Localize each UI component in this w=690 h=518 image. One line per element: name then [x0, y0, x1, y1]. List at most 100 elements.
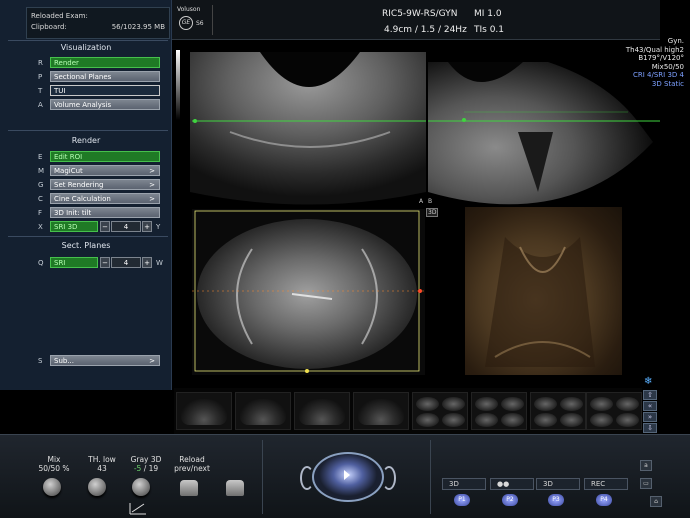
divider	[8, 130, 168, 131]
sri-decrease-button[interactable]: −	[100, 257, 110, 268]
magicut-button[interactable]: MagiCut >	[50, 165, 160, 176]
scroll-bottom-button[interactable]: ⇩	[643, 423, 657, 433]
sri-button[interactable]: SRI	[50, 257, 98, 268]
gray3d-knob[interactable]	[132, 478, 150, 496]
reload-label: Reload	[179, 455, 205, 464]
tui-button[interactable]: TUI	[50, 85, 160, 96]
param-mode: 3D Static	[651, 79, 684, 88]
render-title: Render	[71, 136, 101, 145]
sri-3d-button[interactable]: SRI 3D	[50, 221, 98, 232]
cine-calculation-button[interactable]: Cine Calculation >	[50, 193, 160, 204]
preset-p2-button[interactable]: P2	[502, 494, 518, 506]
divider	[430, 440, 431, 514]
scroll-up-button[interactable]: «	[643, 401, 657, 411]
volume-analysis-button[interactable]: Volume Analysis	[50, 99, 160, 110]
scroll-down-button[interactable]: »	[643, 412, 657, 422]
3d-init-label: 3D Init: tilt	[54, 209, 92, 217]
divider	[8, 40, 168, 41]
quadrant-b-label: B	[428, 198, 433, 205]
param-angles: B179°/V120°	[638, 54, 684, 62]
preset-3-label: 3D	[536, 478, 580, 490]
reload-control-label: Reload prev/next	[170, 455, 214, 473]
edit-roi-button[interactable]: Edit ROI	[50, 151, 160, 162]
chevron-right-icon: >	[149, 195, 155, 203]
render-mode-button[interactable]: Render	[50, 57, 160, 68]
hotkey-w: W	[156, 259, 163, 267]
laptop-icon[interactable]: ▭	[640, 478, 652, 489]
tui-label: TUI	[54, 87, 66, 95]
th-low-label: TH. low	[88, 455, 116, 464]
gray-scale-bar	[176, 50, 180, 120]
brand-name: Voluson	[177, 6, 201, 13]
thumbnail-multiplanar[interactable]	[471, 392, 527, 430]
cine-thumbnail-strip	[174, 388, 642, 434]
mechanical-index: MI 1.0	[474, 9, 502, 19]
divider	[262, 440, 263, 514]
thumbnail-multiplanar[interactable]	[412, 392, 468, 430]
thumbnail[interactable]	[176, 392, 232, 430]
chevron-right-icon: >	[149, 167, 155, 175]
clipboard-info: Reloaded Exam: Clipboard: 56/1023.95 MB	[26, 7, 170, 39]
preset-p3-button[interactable]: P3	[548, 494, 564, 506]
param-preset: Gyn.	[667, 37, 684, 45]
reload-next-button[interactable]	[226, 480, 244, 496]
trackball-right-key[interactable]	[382, 466, 396, 490]
model-name: S6	[196, 20, 204, 27]
sri-label: SRI	[54, 259, 66, 267]
sri-3d-value: 4	[111, 221, 141, 232]
hotkey-m: M	[38, 167, 45, 175]
trackball-left-key[interactable]	[300, 466, 314, 490]
reload-value: prev/next	[174, 464, 210, 473]
scroll-top-button[interactable]: ⇧	[643, 390, 657, 400]
mix-label: Mix	[47, 455, 61, 464]
preset-p4-button[interactable]: P4	[596, 494, 612, 506]
preset-2-label: ●●	[490, 478, 534, 490]
thumbnail-scroll-controls: ❄ ⇧ « » ⇩	[642, 376, 658, 434]
preset-1-label: 3D	[442, 478, 486, 490]
hotkey-r: R	[38, 59, 43, 67]
set-rendering-label: Set Rendering	[54, 181, 104, 189]
sub-menu-button[interactable]: Sub... >	[50, 355, 160, 366]
acquisition-parameters: Gyn. Th43/Qual high2 B179°/V120° Mix50/5…	[574, 37, 684, 88]
thermal-index: TIs 0.1	[474, 25, 505, 35]
left-control-panel: Reloaded Exam: Clipboard: 56/1023.95 MB …	[0, 0, 172, 390]
quadrant-a-label: A	[419, 198, 424, 205]
mix-value: 50/50 %	[38, 464, 70, 473]
sri-3d-decrease-button[interactable]: −	[100, 221, 110, 232]
thumbnail[interactable]	[353, 392, 409, 430]
image-quadrant-a[interactable]	[190, 42, 426, 207]
probe-name: RIC5-9W-RS/GYN	[382, 9, 458, 19]
sectional-planes-button[interactable]: Sectional Planes	[50, 71, 160, 82]
chevron-right-icon: >	[149, 357, 155, 365]
home-icon[interactable]: ⌂	[650, 496, 662, 507]
divider	[8, 236, 168, 237]
thumbnail[interactable]	[294, 392, 350, 430]
param-cri-sri: CRI 4/SRI 3D 4	[633, 71, 684, 79]
mix-knob[interactable]	[43, 478, 61, 496]
hotkey-x: X	[38, 223, 43, 231]
sri-3d-increase-button[interactable]: +	[142, 221, 152, 232]
3d-render-view[interactable]	[465, 207, 622, 375]
visualization-title: Visualization	[60, 43, 112, 52]
volume-analysis-label: Volume Analysis	[54, 101, 112, 109]
th-low-value: 43	[97, 464, 107, 473]
sri-increase-button[interactable]: +	[142, 257, 152, 268]
sect-planes-title: Sect. Planes	[61, 241, 111, 250]
reload-prev-button[interactable]	[180, 480, 198, 496]
gray3d-range: / 19	[141, 464, 159, 473]
thumbnail-multiplanar[interactable]	[586, 392, 642, 430]
thumbnail[interactable]	[235, 392, 291, 430]
clipboard-size: 56/1023.95 MB	[111, 23, 165, 31]
image-quadrant-c[interactable]	[192, 209, 425, 375]
brand-logo: Voluson GE S6	[177, 6, 207, 30]
3d-init-button[interactable]: 3D Init: tilt	[50, 207, 160, 218]
chevron-right-icon: >	[149, 181, 155, 189]
sri-value: 4	[111, 257, 141, 268]
set-rendering-button[interactable]: Set Rendering >	[50, 179, 160, 190]
th-low-knob[interactable]	[88, 478, 106, 496]
preset-p1-button[interactable]: P1	[454, 494, 470, 506]
a-key-button[interactable]: a	[640, 460, 652, 471]
quadrant-3d-label: 3D	[426, 208, 439, 217]
thumbnail-multiplanar[interactable]	[530, 392, 586, 430]
trackball[interactable]	[312, 452, 384, 502]
